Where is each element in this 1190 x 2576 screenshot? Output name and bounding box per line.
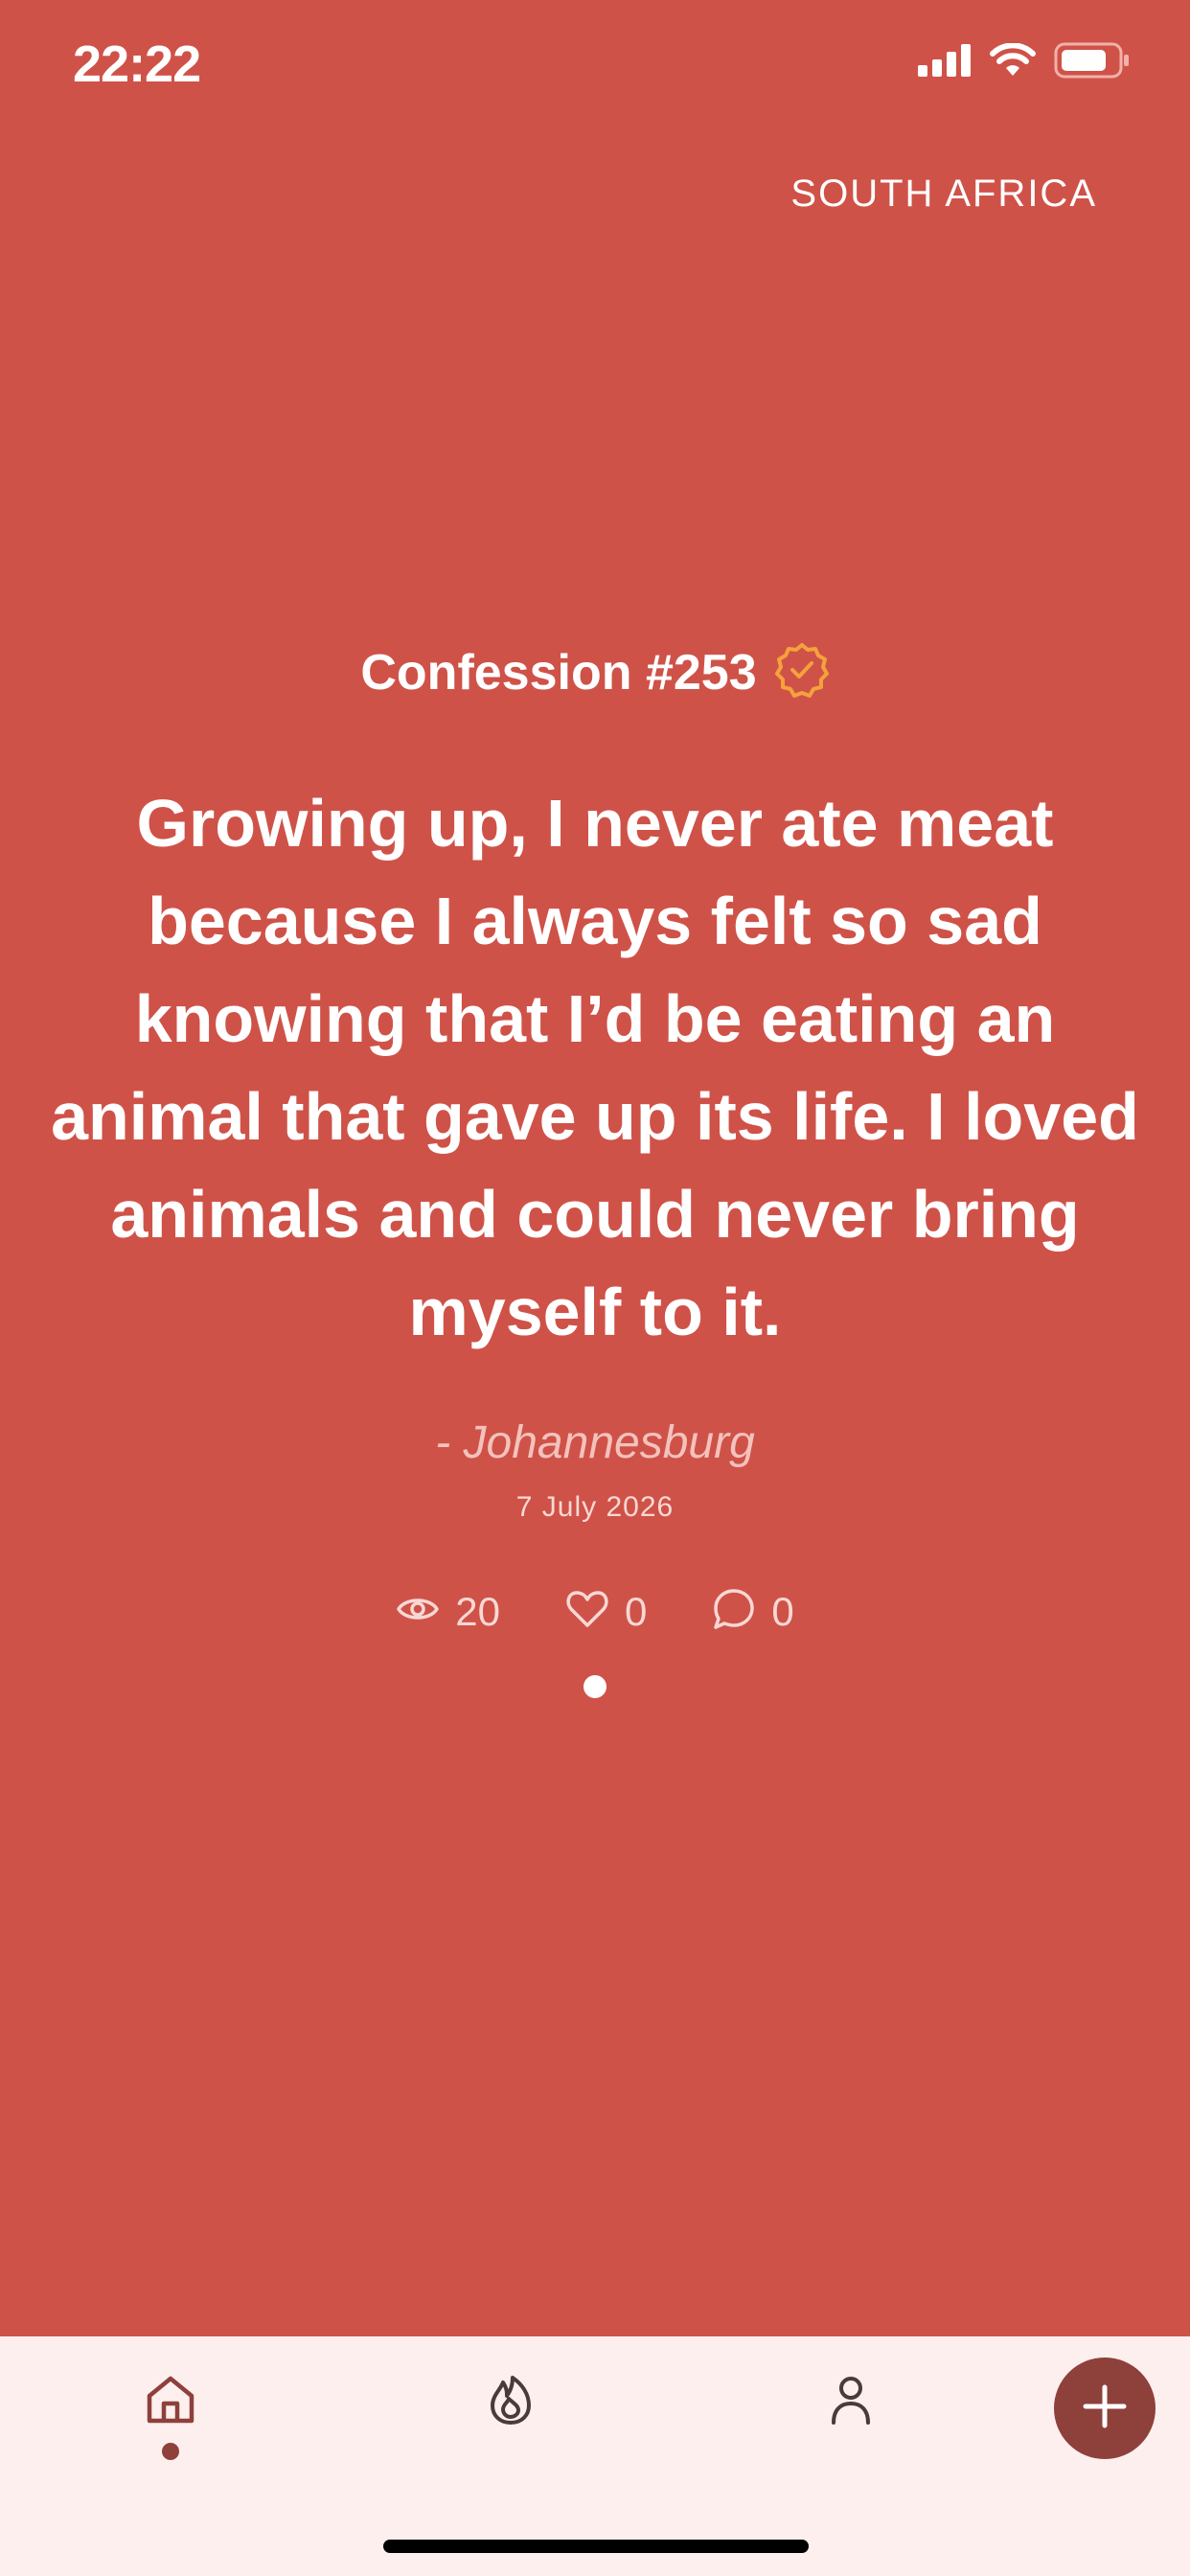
likes-count: 0 — [625, 1588, 648, 1634]
home-indicator-bar[interactable] — [383, 2540, 809, 2553]
comments-count: 0 — [771, 1588, 794, 1634]
confession-date: 7 July 2026 — [515, 1491, 675, 1523]
likes-stat[interactable]: 0 — [565, 1589, 647, 1635]
confession-title: Confession #253 — [360, 644, 757, 701]
person-icon[interactable] — [824, 2373, 878, 2431]
status-icons — [918, 42, 1131, 79]
flame-icon[interactable] — [484, 2373, 538, 2431]
confession-text: Growing up, I never ate meat because I a… — [51, 786, 1139, 1349]
nav-home[interactable] — [132, 2373, 209, 2469]
chat-bubble-icon[interactable] — [712, 1587, 756, 1636]
nav-profile[interactable] — [812, 2373, 889, 2469]
eye-icon — [396, 1593, 440, 1630]
stats-row: 20 0 0 — [0, 1587, 1190, 1636]
nav-hot[interactable] — [472, 2373, 549, 2469]
region-selector[interactable]: SOUTH AFRICA — [790, 172, 1097, 216]
status-bar: 22:22 — [0, 0, 1190, 126]
views-stat: 20 — [396, 1589, 500, 1635]
page-indicator-dot — [584, 1675, 606, 1698]
confession-screen: 22:22 SOUTH AFRICA Confession #253 Growi… — [0, 0, 1190, 2576]
cellular-signal-icon — [918, 44, 972, 77]
bottom-nav — [0, 2336, 1190, 2576]
nav-active-indicator — [162, 2443, 179, 2460]
confession-header: Confession #253 — [0, 642, 1190, 702]
confession-location: - Johannesburg — [435, 1417, 755, 1468]
comments-stat[interactable]: 0 — [712, 1587, 794, 1636]
status-time: 22:22 — [73, 35, 201, 93]
add-confession-button[interactable] — [1054, 2358, 1156, 2459]
views-count: 20 — [455, 1588, 500, 1634]
verified-badge-icon — [774, 642, 830, 702]
heart-icon[interactable] — [565, 1589, 609, 1634]
battery-icon — [1054, 42, 1131, 79]
home-icon[interactable] — [144, 2373, 197, 2431]
wifi-icon — [989, 43, 1037, 78]
plus-icon[interactable] — [1081, 2382, 1129, 2435]
